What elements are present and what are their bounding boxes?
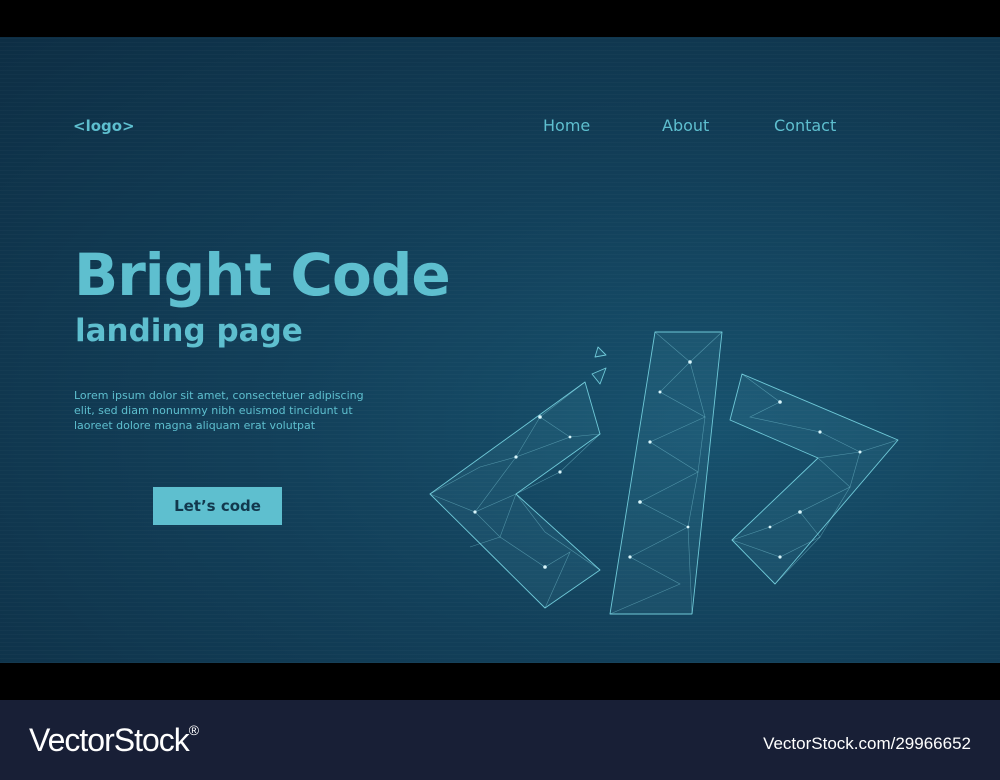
fragment-shape-2 <box>591 367 607 385</box>
landing-page-frame: <logo> Home About Contact Bright Code la… <box>0 37 1000 663</box>
left-angle-bracket-shape <box>429 381 601 609</box>
hero-description: Lorem ipsum dolor sit amet, consectetuer… <box>74 389 364 432</box>
lets-code-button[interactable]: Let’s code <box>153 487 282 525</box>
hero-subtitle: landing page <box>75 313 303 349</box>
fragment-shape-1 <box>594 346 607 358</box>
slash-shape <box>609 331 723 615</box>
vectorstock-brand-text: VectorStock <box>29 722 190 758</box>
nav-about-link[interactable]: About <box>662 116 709 135</box>
vectorstock-image-id: VectorStock.com/29966652 <box>763 734 971 753</box>
watermark-footer: VectorStock® VectorStock.com/29966652 <box>0 700 1000 780</box>
logo[interactable]: <logo> <box>73 117 135 135</box>
nav-home-link[interactable]: Home <box>543 116 590 135</box>
code-brackets-icon <box>429 331 899 615</box>
vectorstock-brand: VectorStock® <box>29 722 199 759</box>
right-angle-bracket-shape <box>729 373 899 585</box>
registered-mark: ® <box>188 722 199 738</box>
nav-contact-link[interactable]: Contact <box>774 116 836 135</box>
hero-title: Bright Code <box>74 241 451 309</box>
